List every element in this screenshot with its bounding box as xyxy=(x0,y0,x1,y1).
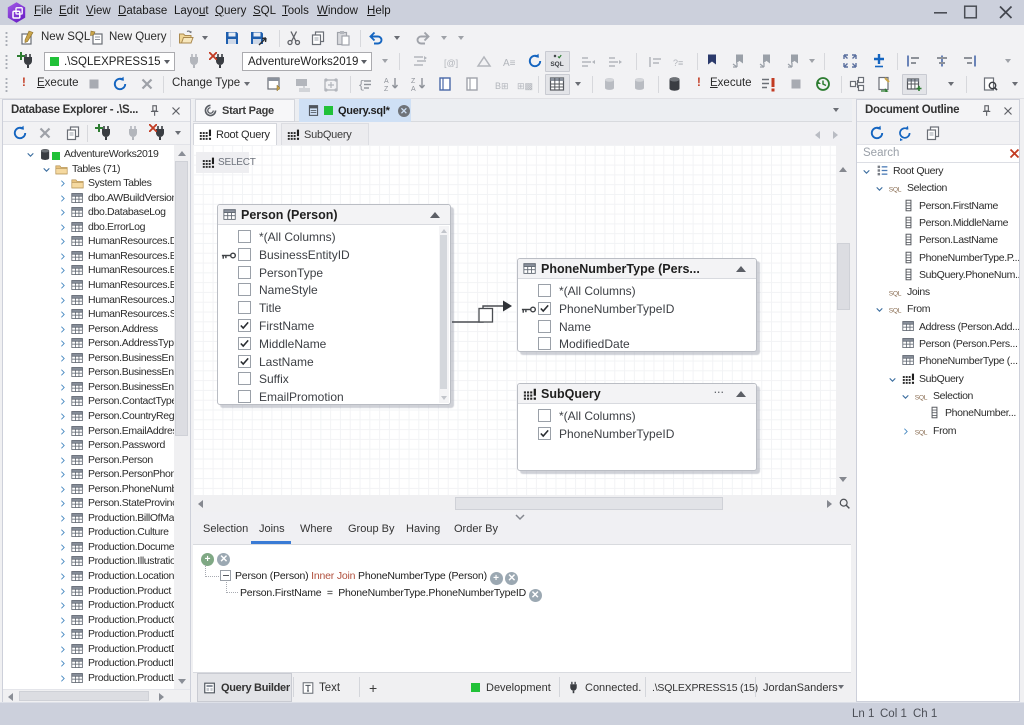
svg-text:A≡: A≡ xyxy=(503,58,516,69)
svg-text:B⊞: B⊞ xyxy=(495,81,509,91)
svg-text:⊞▩: ⊞▩ xyxy=(517,81,533,91)
svg-text:[@]: [@] xyxy=(444,58,458,68)
svg-text:Z: Z xyxy=(411,78,416,85)
svg-text:?≡: ?≡ xyxy=(673,58,683,68)
svg-text:A: A xyxy=(411,86,416,92)
